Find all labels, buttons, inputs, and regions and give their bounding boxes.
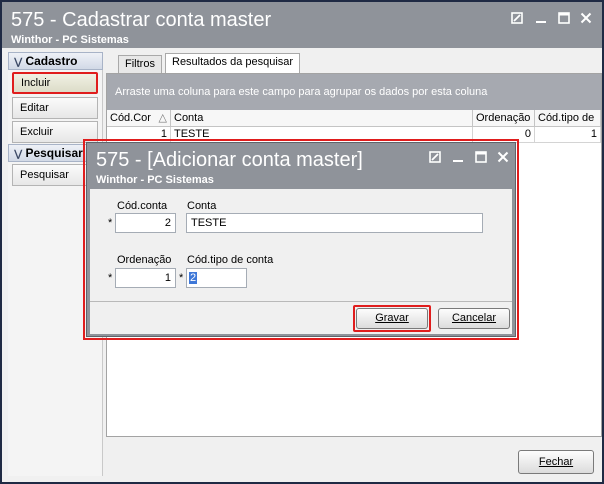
add-account-dialog: 575 - [Adicionar conta master] Winthor -… — [86, 142, 516, 337]
required-mark: * — [108, 217, 113, 229]
sort-asc-icon: △ — [158, 112, 167, 124]
minimize-icon[interactable] — [532, 10, 550, 28]
group-by-area[interactable]: Arraste uma coluna para este campo para … — [107, 74, 601, 110]
tab-filtros[interactable]: Filtros — [118, 55, 162, 73]
section-cadastro[interactable]: ⋁ Cadastro — [8, 52, 103, 70]
dialog-body: Cód.conta * 2 Conta TESTE Ordenação * 1 … — [90, 189, 512, 334]
table-row-cell[interactable]: 1 — [535, 127, 601, 143]
dialog-divider — [90, 301, 512, 302]
col-conta[interactable]: Conta — [171, 110, 473, 127]
maximize-icon[interactable] — [472, 149, 490, 167]
fechar-label: Fechar — [538, 456, 574, 468]
title-bar: 575 - Cadastrar conta master Winthor - P… — [2, 2, 602, 48]
cod-tipo-value: 2 — [189, 272, 198, 284]
close-icon[interactable] — [494, 149, 512, 167]
col-cod-cor-label: Cód.Cor — [110, 112, 151, 124]
chevron-down-icon: ⋁ — [14, 149, 23, 160]
ordenacao-label: Ordenação — [117, 254, 172, 266]
cod-conta-field[interactable]: 2 — [115, 213, 176, 233]
cancel-label: Cancelar — [451, 312, 497, 324]
conta-label: Conta — [187, 200, 217, 212]
dialog-subtitle: Winthor - PC Sistemas — [96, 174, 214, 186]
tab-resultados[interactable]: Resultados da pesquisar — [165, 53, 301, 73]
editar-button[interactable]: Editar — [12, 97, 98, 119]
dialog-title: 575 - [Adicionar conta master] — [96, 149, 363, 171]
maximize-icon[interactable] — [555, 10, 573, 28]
incluir-button[interactable]: Incluir — [12, 72, 98, 94]
col-ordenacao[interactable]: Ordenação — [473, 110, 535, 127]
cod-conta-label: Cód.conta — [117, 200, 168, 212]
ordenacao-field[interactable]: 1 — [115, 268, 176, 288]
save-label: Gravar — [375, 312, 409, 324]
section-cadastro-label: Cadastro — [25, 54, 78, 68]
cod-tipo-field[interactable]: 2 — [186, 268, 247, 288]
minimize-icon[interactable] — [449, 149, 467, 167]
pin-icon[interactable] — [426, 149, 444, 167]
save-button[interactable]: Gravar — [356, 308, 428, 329]
required-mark: * — [179, 272, 184, 284]
window-subtitle: Winthor - PC Sistemas — [11, 34, 129, 46]
fechar-button[interactable]: Fechar — [518, 450, 594, 474]
col-cod-cor[interactable]: Cód.Cor △ — [107, 110, 171, 127]
required-mark: * — [108, 272, 113, 284]
cancel-button[interactable]: Cancelar — [438, 308, 510, 329]
window-title: 575 - Cadastrar conta master — [11, 9, 272, 31]
section-pesquisar-label: Pesquisar — [25, 146, 83, 160]
col-cod-tipo[interactable]: Cód.tipo de — [535, 110, 601, 127]
chevron-down-icon: ⋁ — [14, 57, 23, 68]
pin-icon[interactable] — [508, 10, 526, 28]
conta-field[interactable]: TESTE — [186, 213, 483, 233]
close-icon[interactable] — [577, 10, 595, 28]
cod-tipo-label: Cód.tipo de conta — [187, 254, 274, 266]
